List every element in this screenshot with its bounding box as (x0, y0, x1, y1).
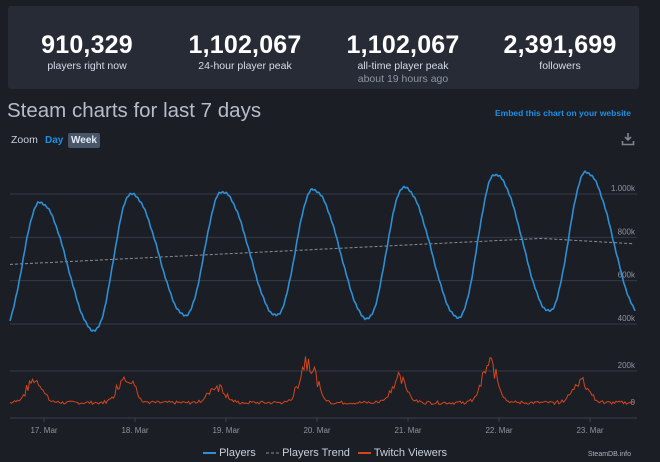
players-series-line (9, 169, 636, 333)
legend-label: Players (219, 447, 256, 459)
grid-lines (10, 193, 637, 372)
stat-label: all-time player peak (357, 60, 449, 72)
legend-item-twitch-viewers[interactable]: Twitch Viewers (358, 447, 447, 459)
players-legend-swatch (203, 452, 216, 455)
x-tick-label: 21. Mar (394, 426, 421, 435)
embed-chart-link[interactable]: Embed this chart on your website (495, 108, 631, 118)
legend-item-players[interactable]: Players (203, 447, 256, 459)
stat-value: 1,102,067 (188, 31, 302, 59)
y-tick-label: 200k (618, 361, 636, 370)
y-axis-labels: 400k600k800k1.000k0200k (611, 184, 636, 407)
chart-title: Steam charts for last 7 days (7, 99, 262, 122)
stat-value: 2,391,699 (503, 31, 617, 59)
stat-label: players right now (47, 60, 127, 72)
stats-panel: 910,329 players right now 1,102,067 24-h… (8, 6, 639, 89)
legend-label: Twitch Viewers (373, 447, 448, 459)
x-tick-label: 22. Mar (485, 426, 512, 435)
stat-label: 24-hour player peak (198, 60, 292, 72)
chart-legend: Players Players Trend Twitch Viewers (0, 447, 660, 461)
x-tick-label: 17. Mar (30, 426, 57, 435)
players-trend-series-line (9, 237, 635, 265)
zoom-week-button[interactable]: Week (68, 133, 100, 148)
stat-value: 910,329 (41, 31, 133, 59)
stat-value: 1,102,067 (346, 31, 460, 59)
y-tick-label: 1.000k (611, 184, 636, 193)
y-tick-label: 800k (618, 227, 636, 236)
y-tick-label: 400k (618, 314, 636, 323)
zoom-day-button[interactable]: Day (43, 133, 65, 148)
download-icon[interactable] (621, 132, 635, 146)
legend-label: Players Trend (282, 447, 350, 459)
twitch-legend-swatch (358, 452, 371, 455)
x-tick-label: 18. Mar (121, 426, 148, 435)
stat-label: followers (539, 60, 581, 72)
stat-timestamp: about 19 hours ago (357, 73, 449, 85)
zoom-label: Zoom (11, 134, 38, 146)
legend-item-players-trend[interactable]: Players Trend (266, 447, 350, 459)
x-tick-label: 20. Mar (303, 426, 330, 435)
player-chart[interactable]: 400k600k800k1.000k0200k 17. Mar 18. Mar 19… (0, 150, 660, 440)
twitch-viewers-series-line (9, 356, 635, 406)
x-axis: 17. Mar 18. Mar 19. Mar 20. Mar 21. Mar 22. M… (10, 417, 637, 435)
credit-text: SteamDB.info (587, 451, 631, 458)
players-trend-legend-swatch (266, 452, 279, 454)
x-tick-label: 23. Mar (576, 426, 603, 435)
x-tick-label: 19. Mar (212, 426, 239, 435)
